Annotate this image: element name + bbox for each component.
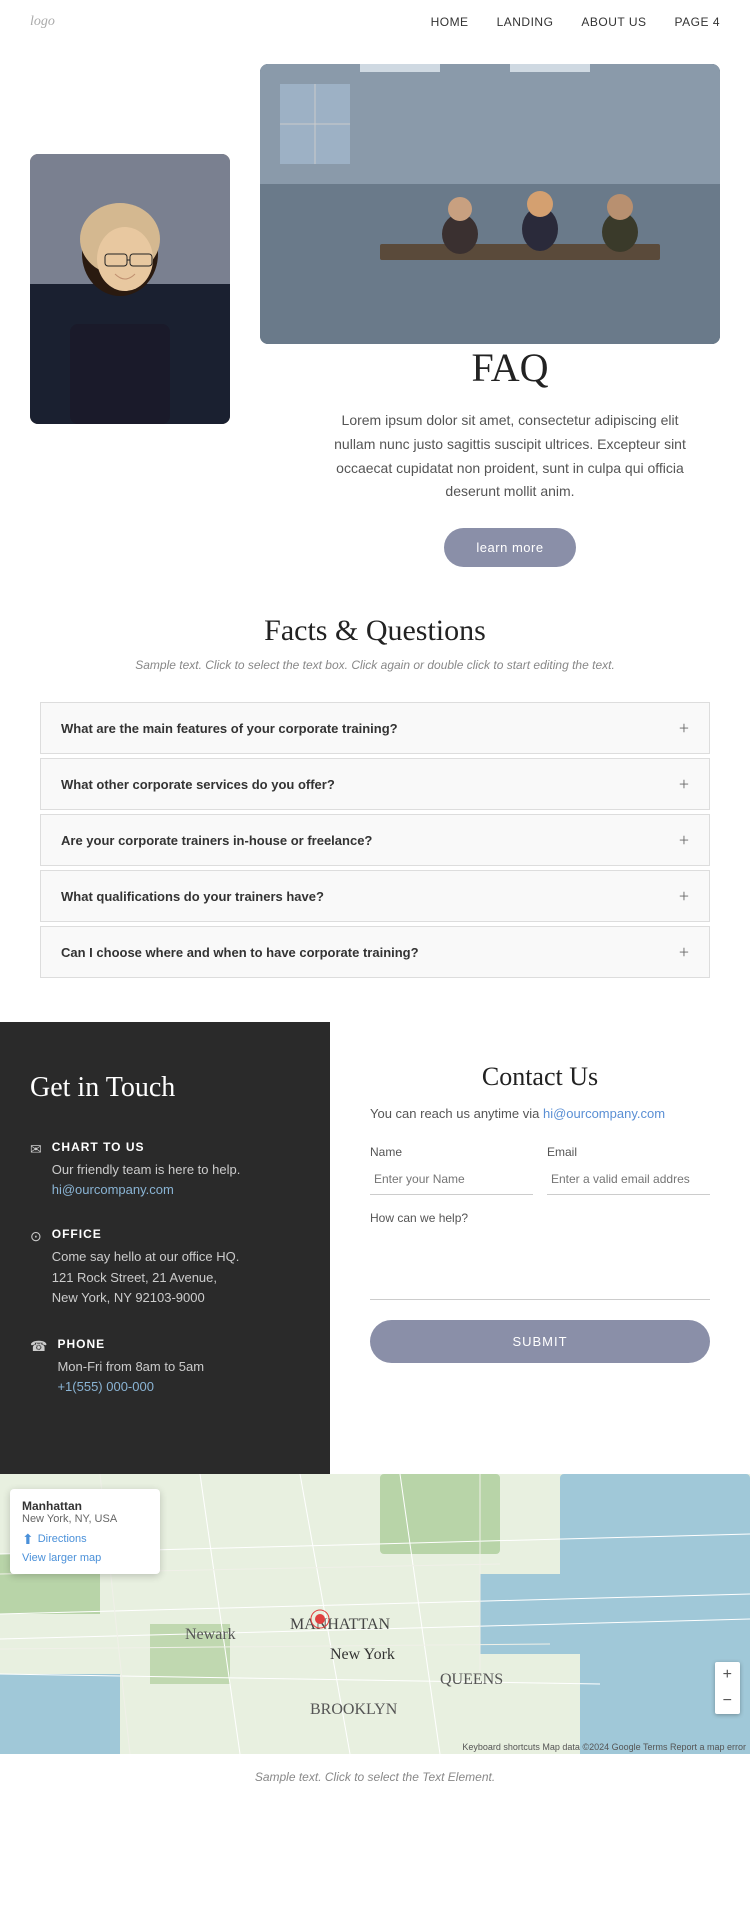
faq-subtitle: Sample text. Click to select the text bo…: [40, 658, 710, 672]
office-desc: Come say hello at our office HQ.: [52, 1247, 240, 1268]
faq-question-2: What other corporate services do you off…: [61, 777, 335, 792]
name-label: Name: [370, 1145, 533, 1159]
svg-text:New York: New York: [330, 1646, 395, 1663]
contact-left-title: Get in Touch: [30, 1072, 300, 1104]
contact-phone-item: ☎ PHONE Mon-Fri from 8am to 5am +1(555) …: [30, 1337, 300, 1396]
message-textarea[interactable]: [370, 1230, 710, 1300]
learn-more-button[interactable]: learn more: [444, 528, 575, 567]
map-popup: Manhattan New York, NY, USA ⬆ Directions…: [10, 1489, 160, 1574]
faq-item-3[interactable]: Are your corporate trainers in-house or …: [40, 814, 710, 866]
message-field-group: How can we help?: [370, 1211, 710, 1300]
map-attribution: Keyboard shortcuts Map data ©2024 Google…: [462, 1742, 746, 1752]
name-field-group: Name: [370, 1145, 533, 1195]
nav-home[interactable]: HOME: [431, 15, 469, 29]
contact-office-item: ⊙ OFFICE Come say hello at our office HQ…: [30, 1227, 300, 1309]
hero-text-block: FAQ Lorem ipsum dolor sit amet, consecte…: [330, 344, 690, 567]
contact-chart-item: ✉ CHART TO US Our friendly team is here …: [30, 1140, 300, 1199]
svg-text:Newark: Newark: [185, 1626, 236, 1643]
chart-title: CHART TO US: [52, 1140, 241, 1154]
map-zoom-controls: + −: [715, 1662, 740, 1714]
directions-icon: ⬆: [22, 1531, 34, 1548]
form-name-email-row: Name Email: [370, 1145, 710, 1195]
contact-right: Contact Us You can reach us anytime via …: [330, 1022, 750, 1474]
faq-plus-5: +: [679, 943, 689, 961]
hero-image-main: [260, 64, 720, 344]
location-icon: ⊙: [30, 1229, 42, 1246]
footer-text: Sample text. Click to select the Text El…: [255, 1770, 495, 1784]
zoom-in-button[interactable]: +: [715, 1662, 740, 1688]
phone-title: PHONE: [57, 1337, 204, 1351]
hero-description: Lorem ipsum dolor sit amet, consectetur …: [330, 409, 690, 504]
faq-plus-4: +: [679, 887, 689, 905]
email-field-group: Email: [547, 1145, 710, 1195]
message-label: How can we help?: [370, 1211, 710, 1225]
reach-text: You can reach us anytime via: [370, 1106, 539, 1121]
phone-number-link[interactable]: +1(555) 000-000: [57, 1379, 154, 1394]
contact-left: Get in Touch ✉ CHART TO US Our friendly …: [0, 1022, 330, 1474]
contact-right-title: Contact Us: [370, 1062, 710, 1092]
svg-text:QUEENS: QUEENS: [440, 1671, 503, 1688]
hero-title: FAQ: [330, 344, 690, 391]
larger-map-link[interactable]: View larger map: [22, 1552, 148, 1564]
zoom-out-button[interactable]: −: [715, 1688, 740, 1714]
faq-item-4[interactable]: What qualifications do your trainers hav…: [40, 870, 710, 922]
map-background: New York QUEENS BROOKLYN Newark MANHATTA…: [0, 1474, 750, 1754]
nav-links: HOME LANDING ABOUT US PAGE 4: [431, 15, 720, 29]
contact-reach: You can reach us anytime via hi@ourcompa…: [370, 1106, 710, 1121]
email-label: Email: [547, 1145, 710, 1159]
chart-desc: Our friendly team is here to help.: [52, 1160, 241, 1181]
logo: logo: [30, 14, 55, 30]
email-input[interactable]: [547, 1164, 710, 1195]
faq-question-3: Are your corporate trainers in-house or …: [61, 833, 372, 848]
office-address1: 121 Rock Street, 21 Avenue,: [52, 1268, 240, 1289]
submit-button[interactable]: SUBMIT: [370, 1320, 710, 1363]
email-icon: ✉: [30, 1142, 42, 1159]
faq-plus-3: +: [679, 831, 689, 849]
map-location-title: Manhattan: [22, 1499, 148, 1513]
svg-text:MANHATTAN: MANHATTAN: [290, 1616, 390, 1633]
faq-item-1[interactable]: What are the main features of your corpo…: [40, 702, 710, 754]
hero-section: FAQ Lorem ipsum dolor sit amet, consecte…: [0, 44, 750, 544]
nav-page4[interactable]: PAGE 4: [675, 15, 720, 29]
meeting-image: [260, 64, 720, 344]
nav-landing[interactable]: LANDING: [497, 15, 554, 29]
faq-title: Facts & Questions: [40, 614, 710, 648]
navigation: logo HOME LANDING ABOUT US PAGE 4: [0, 0, 750, 44]
map-directions-row: ⬆ Directions: [22, 1531, 148, 1548]
reach-email-link[interactable]: hi@ourcompany.com: [543, 1106, 665, 1121]
directions-link[interactable]: Directions: [38, 1533, 87, 1545]
faq-item-2[interactable]: What other corporate services do you off…: [40, 758, 710, 810]
chart-email-link[interactable]: hi@ourcompany.com: [52, 1182, 174, 1197]
phone-hours: Mon-Fri from 8am to 5am: [57, 1357, 204, 1378]
map-location-sub: New York, NY, USA: [22, 1513, 148, 1525]
nav-about[interactable]: ABOUT US: [581, 15, 646, 29]
faq-plus-2: +: [679, 775, 689, 793]
faq-item-5[interactable]: Can I choose where and when to have corp…: [40, 926, 710, 978]
faq-plus-1: +: [679, 719, 689, 737]
faq-section: Facts & Questions Sample text. Click to …: [0, 544, 750, 1022]
contact-section: Get in Touch ✉ CHART TO US Our friendly …: [0, 1022, 750, 1474]
faq-question-1: What are the main features of your corpo…: [61, 721, 398, 736]
name-input[interactable]: [370, 1164, 533, 1195]
office-address2: New York, NY 92103-9000: [52, 1288, 240, 1309]
faq-question-5: Can I choose where and when to have corp…: [61, 945, 419, 960]
footer: Sample text. Click to select the Text El…: [0, 1754, 750, 1800]
hero-image-overlay: [30, 154, 230, 424]
map-section: New York QUEENS BROOKLYN Newark MANHATTA…: [0, 1474, 750, 1754]
faq-question-4: What qualifications do your trainers hav…: [61, 889, 324, 904]
svg-text:BROOKLYN: BROOKLYN: [310, 1701, 398, 1718]
phone-icon: ☎: [30, 1339, 47, 1356]
office-title: OFFICE: [52, 1227, 240, 1241]
